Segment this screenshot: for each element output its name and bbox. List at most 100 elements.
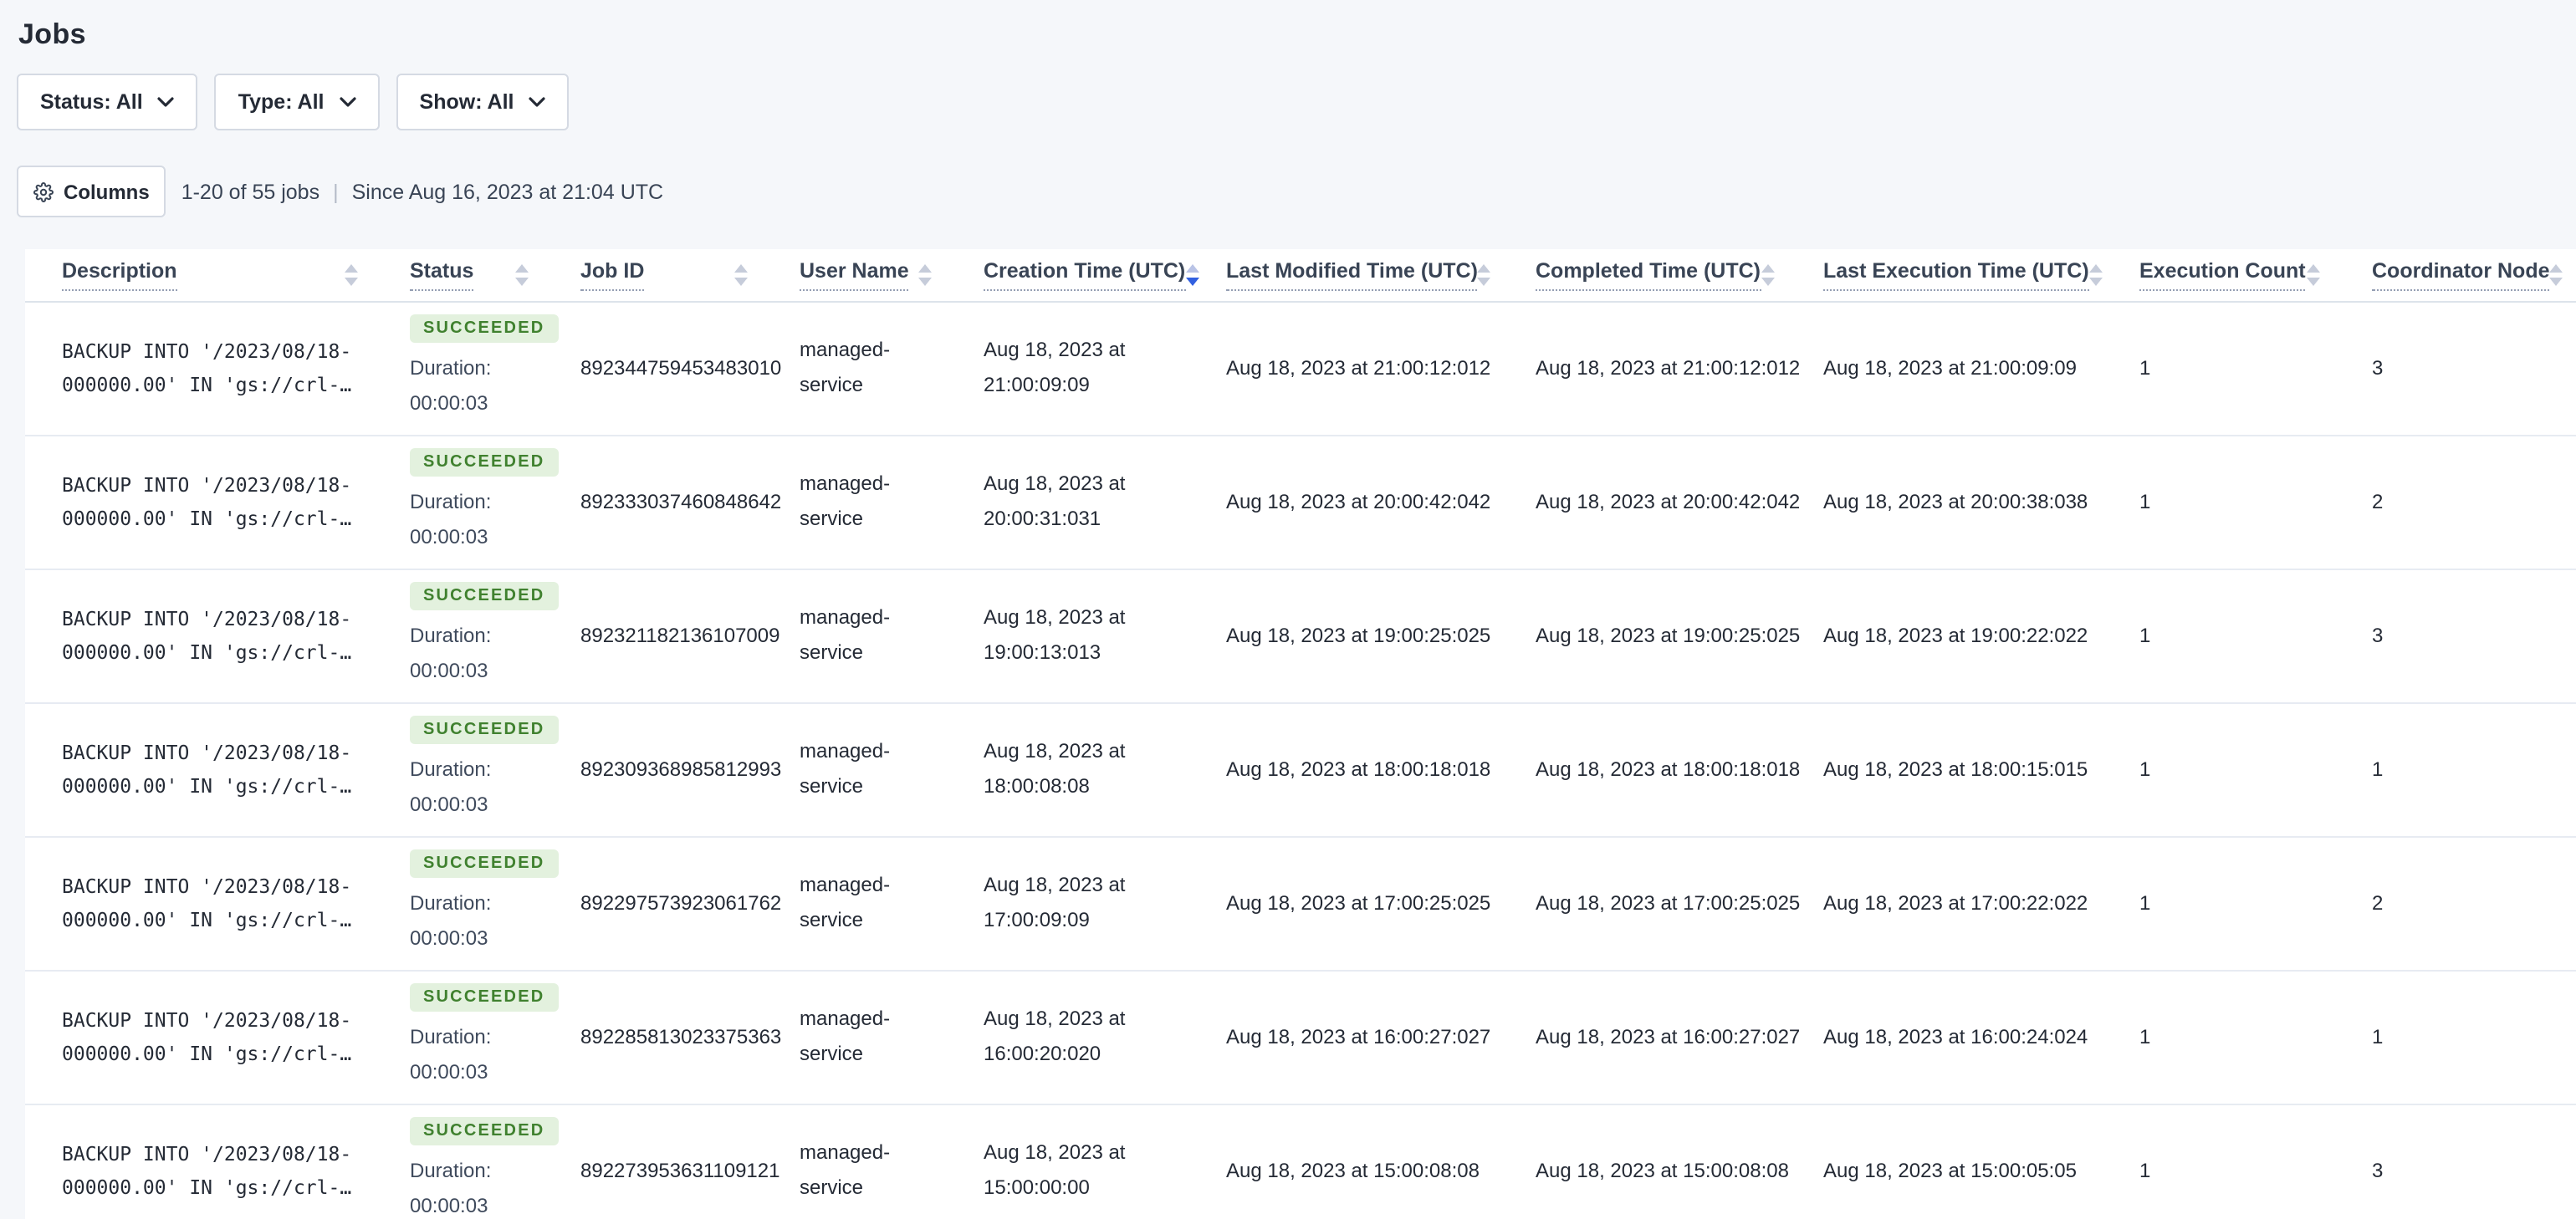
columns-button[interactable]: Columns — [17, 166, 166, 217]
job-description-line2: 000000.00' IN 'gs://crl-… — [62, 908, 352, 931]
job-id: 892297573923061762 — [544, 836, 781, 971]
coordinator-node: 1 — [2335, 970, 2576, 1104]
column-header-status[interactable]: Status — [410, 259, 474, 291]
last-execution-time: Aug 18, 2023 at 17:00:22:022 — [1823, 891, 2088, 915]
completed-time: Aug 18, 2023 at 17:00:25:025 — [1536, 891, 1801, 915]
user-name: managed-service — [763, 970, 947, 1104]
job-description-link[interactable]: BACKUP INTO '/2023/08/18- 000000.00' IN … — [62, 1136, 373, 1205]
job-description-line2: 000000.00' IN 'gs://crl-… — [62, 373, 352, 396]
status-badge: SUCCEEDED — [410, 448, 559, 477]
sort-icon[interactable] — [918, 263, 937, 286]
table-row: BACKUP INTO '/2023/08/18- 000000.00' IN … — [25, 970, 2576, 1104]
execution-count: 1 — [2103, 1104, 2335, 1219]
column-header-last-execution-time[interactable]: Last Execution Time (UTC) — [1823, 259, 2089, 291]
user-name: managed-service — [763, 569, 947, 703]
table-row: BACKUP INTO '/2023/08/18- 000000.00' IN … — [25, 301, 2576, 436]
toolbar-divider: | — [333, 180, 339, 203]
job-description-line1: BACKUP INTO '/2023/08/18- — [62, 339, 352, 362]
since-timestamp: Since Aug 16, 2023 at 21:04 UTC — [351, 180, 664, 203]
completed-time: Aug 18, 2023 at 18:00:18:018 — [1536, 757, 1801, 781]
last-execution-time: Aug 18, 2023 at 15:00:05:05 — [1823, 1159, 2077, 1182]
last-execution-time: Aug 18, 2023 at 20:00:38:038 — [1823, 490, 2088, 513]
results-count: 1-20 of 55 jobs — [181, 180, 320, 203]
job-description-link[interactable]: BACKUP INTO '/2023/08/18- 000000.00' IN … — [62, 869, 373, 937]
filters-bar: Status: All Type: All Show: All — [17, 74, 2576, 130]
completed-time: Aug 18, 2023 at 20:00:42:042 — [1536, 490, 1801, 513]
creation-time: Aug 18, 2023 at 17:00:09:09 — [947, 836, 1189, 971]
sort-icon[interactable] — [345, 263, 363, 286]
job-description-link[interactable]: BACKUP INTO '/2023/08/18- 000000.00' IN … — [62, 601, 373, 670]
coordinator-node: 1 — [2335, 702, 2576, 837]
sort-icon[interactable] — [1761, 263, 1779, 286]
column-header-job-id[interactable]: Job ID — [580, 259, 645, 291]
sort-icon[interactable] — [1477, 263, 1496, 286]
status-badge: SUCCEEDED — [410, 716, 559, 744]
job-description-line2: 000000.00' IN 'gs://crl-… — [62, 774, 352, 798]
sort-icon-active-desc[interactable] — [1185, 263, 1204, 286]
creation-time: Aug 18, 2023 at 20:00:31:031 — [947, 435, 1189, 569]
column-header-last-modified-time[interactable]: Last Modified Time (UTC) — [1226, 259, 1478, 291]
job-description-line2: 000000.00' IN 'gs://crl-… — [62, 507, 352, 530]
job-duration: Duration: 00:00:03 — [410, 490, 492, 548]
last-modified-time: Aug 18, 2023 at 17:00:25:025 — [1226, 891, 1491, 915]
job-description-line2: 000000.00' IN 'gs://crl-… — [62, 640, 352, 664]
show-filter-label: Show: All — [419, 90, 514, 114]
type-filter-dropdown[interactable]: Type: All — [214, 74, 380, 130]
chevron-down-icon — [339, 97, 356, 107]
job-duration: Duration: 00:00:03 — [410, 1159, 492, 1217]
column-header-description[interactable]: Description — [62, 259, 177, 291]
status-badge: SUCCEEDED — [410, 314, 559, 343]
sort-icon[interactable] — [734, 263, 753, 286]
sort-icon[interactable] — [2307, 263, 2325, 286]
job-duration: Duration: 00:00:03 — [410, 624, 492, 682]
completed-time: Aug 18, 2023 at 15:00:08:08 — [1536, 1159, 1789, 1182]
column-header-completed-time[interactable]: Completed Time (UTC) — [1536, 259, 1761, 291]
job-description-line2: 000000.00' IN 'gs://crl-… — [62, 1042, 352, 1065]
job-duration: Duration: 00:00:03 — [410, 891, 492, 950]
job-description-line1: BACKUP INTO '/2023/08/18- — [62, 1141, 352, 1165]
column-header-user-name[interactable]: User Name — [800, 259, 909, 291]
execution-count: 1 — [2103, 301, 2335, 436]
coordinator-node: 3 — [2335, 301, 2576, 436]
user-name: managed-service — [763, 301, 947, 436]
job-description-line1: BACKUP INTO '/2023/08/18- — [62, 874, 352, 897]
last-execution-time: Aug 18, 2023 at 18:00:15:015 — [1823, 757, 2088, 781]
last-modified-time: Aug 18, 2023 at 15:00:08:08 — [1226, 1159, 1480, 1182]
page-title: Jobs — [18, 18, 86, 50]
job-description-link[interactable]: BACKUP INTO '/2023/08/18- 000000.00' IN … — [62, 735, 373, 803]
job-description-line1: BACKUP INTO '/2023/08/18- — [62, 740, 352, 763]
job-description-link[interactable]: BACKUP INTO '/2023/08/18- 000000.00' IN … — [62, 467, 373, 536]
job-description-line1: BACKUP INTO '/2023/08/18- — [62, 1007, 352, 1031]
completed-time: Aug 18, 2023 at 19:00:25:025 — [1536, 624, 1801, 647]
last-modified-time: Aug 18, 2023 at 16:00:27:027 — [1226, 1025, 1491, 1048]
sort-icon[interactable] — [2088, 263, 2108, 286]
column-header-coordinator-node[interactable]: Coordinator Node — [2372, 259, 2550, 291]
sort-icon[interactable] — [515, 263, 534, 286]
job-id: 892285813023375363 — [544, 970, 781, 1104]
jobs-table: Description Status Job ID User Name Crea… — [25, 249, 2576, 1219]
job-id: 892321182136107009 — [544, 569, 780, 703]
job-description-link[interactable]: BACKUP INTO '/2023/08/18- 000000.00' IN … — [62, 334, 373, 402]
table-row: BACKUP INTO '/2023/08/18- 000000.00' IN … — [25, 702, 2576, 837]
sort-icon[interactable] — [2549, 263, 2568, 286]
status-badge: SUCCEEDED — [410, 983, 559, 1012]
column-header-execution-count[interactable]: Execution Count — [2139, 259, 2306, 291]
coordinator-node: 3 — [2335, 1104, 2576, 1219]
type-filter-label: Type: All — [238, 90, 325, 114]
table-row: BACKUP INTO '/2023/08/18- 000000.00' IN … — [25, 836, 2576, 971]
column-header-creation-time[interactable]: Creation Time (UTC) — [984, 259, 1186, 291]
execution-count: 1 — [2103, 970, 2335, 1104]
job-description-link[interactable]: BACKUP INTO '/2023/08/18- 000000.00' IN … — [62, 1002, 373, 1071]
show-filter-dropdown[interactable]: Show: All — [396, 74, 570, 130]
status-badge: SUCCEEDED — [410, 1117, 559, 1145]
table-header-row: Description Status Job ID User Name Crea… — [25, 249, 2576, 302]
jobs-table-body: BACKUP INTO '/2023/08/18- 000000.00' IN … — [25, 301, 2576, 1219]
user-name: managed-service — [763, 702, 947, 837]
execution-count: 1 — [2103, 435, 2335, 569]
creation-time: Aug 18, 2023 at 21:00:09:09 — [947, 301, 1189, 436]
status-badge: SUCCEEDED — [410, 849, 559, 878]
status-filter-dropdown[interactable]: Status: All — [17, 74, 198, 130]
creation-time: Aug 18, 2023 at 16:00:20:020 — [947, 970, 1189, 1104]
user-name: managed-service — [763, 435, 947, 569]
last-execution-time: Aug 18, 2023 at 16:00:24:024 — [1823, 1025, 2088, 1048]
